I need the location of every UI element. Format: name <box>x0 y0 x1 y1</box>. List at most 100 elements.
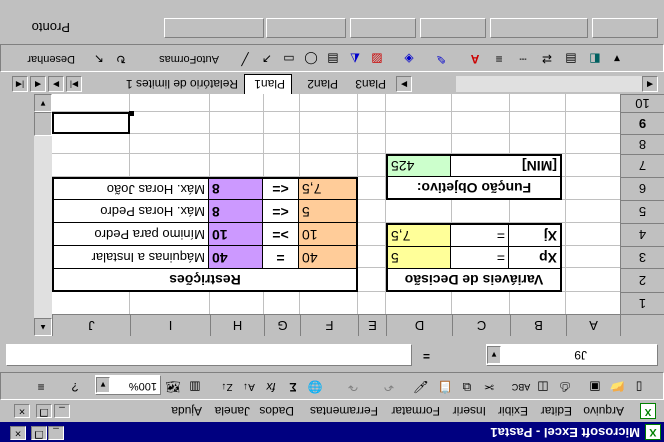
scroll-thumb[interactable] <box>34 112 52 136</box>
row-header-5[interactable]: 5 <box>620 200 664 223</box>
wordart-icon[interactable]: ◭ <box>345 48 365 68</box>
save-icon[interactable]: ▣ <box>585 376 605 396</box>
cell-g4[interactable]: >= <box>262 222 298 245</box>
row-header-7[interactable]: 7 <box>620 154 664 177</box>
menu-dados[interactable]: Dados <box>259 404 294 418</box>
3d-icon[interactable]: ◧ <box>585 48 605 68</box>
col-header-i[interactable]: I <box>130 314 210 336</box>
cell-f2[interactable]: Restrições <box>54 268 356 290</box>
col-header-g[interactable]: G <box>264 314 300 336</box>
map-icon[interactable]: 🗺 <box>163 376 183 396</box>
menu-arquivo[interactable]: Arquivo <box>583 404 624 418</box>
menu-editar[interactable]: Editar <box>541 404 572 418</box>
more-buttons-drawing-icon[interactable]: ▾ <box>607 48 627 68</box>
undo-icon[interactable]: ↶ <box>379 376 399 396</box>
dash-style-icon[interactable]: ┄ <box>513 48 533 68</box>
doc-minimize-icon[interactable]: _ <box>54 404 70 418</box>
redo-icon[interactable]: ↷ <box>343 376 363 396</box>
arrow-icon[interactable]: ↗ <box>257 48 277 68</box>
select-all-corner[interactable] <box>620 314 664 336</box>
tab-last-icon[interactable]: ▶| <box>66 76 82 92</box>
name-box[interactable]: J9 ▼ <box>486 344 658 366</box>
chart-wizard-icon[interactable]: ▥ <box>185 376 205 396</box>
cell-i6[interactable]: Máx. Horas João <box>54 179 208 199</box>
cell-h5[interactable]: 8 <box>208 199 262 222</box>
scroll-up-icon[interactable]: ▲ <box>34 318 52 336</box>
worksheet-grid[interactable]: 1 2 3 4 5 6 7 8 9 10 Variáveis de Decisã… <box>52 94 664 314</box>
sort-desc-icon[interactable]: Z↓ <box>217 376 237 396</box>
cell-b7[interactable]: [MIN] <box>450 156 560 176</box>
cell-d3[interactable]: 5 <box>388 246 450 268</box>
cell-c4[interactable]: = <box>450 225 508 246</box>
row-header-1[interactable]: 1 <box>620 292 664 314</box>
menu-ferramentas[interactable]: Ferramentas <box>310 404 378 418</box>
cell-g5[interactable]: <= <box>262 199 298 222</box>
cell-d4[interactable]: 7,5 <box>388 225 450 246</box>
help-icon[interactable]: ? <box>65 376 85 396</box>
restore-icon[interactable]: ❐ <box>31 426 47 440</box>
row-header-2[interactable]: 2 <box>620 268 664 292</box>
cell-f5[interactable]: 5 <box>298 199 356 222</box>
cell-c3[interactable]: = <box>450 246 508 268</box>
name-box-dropdown-icon[interactable]: ▼ <box>487 346 501 364</box>
paste-icon[interactable]: 📋 <box>435 376 455 396</box>
doc-close-icon[interactable]: × <box>14 404 30 418</box>
cell-b6[interactable]: Função Objetivo: <box>388 176 560 198</box>
menu-formatar[interactable]: Formatar <box>391 404 440 418</box>
rotate-icon[interactable]: ↻ <box>111 48 131 68</box>
cell-i3[interactable]: Máquinas a Instalar <box>54 245 208 268</box>
cell-f4[interactable]: 10 <box>298 222 356 245</box>
excel-doc-icon[interactable]: X <box>640 403 656 419</box>
col-header-f[interactable]: F <box>300 314 358 336</box>
cell-h4[interactable]: 10 <box>208 222 262 245</box>
formula-equals[interactable]: = <box>423 349 430 363</box>
row-header-8[interactable]: 8 <box>620 134 664 154</box>
hscroll-right-icon[interactable]: ◀ <box>642 76 658 92</box>
minimize-icon[interactable]: _ <box>48 426 64 440</box>
scroll-down-icon[interactable]: ▼ <box>34 94 52 112</box>
menu-ajuda[interactable]: Ajuda <box>171 404 202 418</box>
copy-icon[interactable]: ⧉ <box>457 376 477 396</box>
arrow-style-icon[interactable]: ⇄ <box>537 48 557 68</box>
col-header-c[interactable]: C <box>452 314 510 336</box>
tab-plan3[interactable]: Plan3 <box>355 77 386 91</box>
cut-icon[interactable]: ✂ <box>479 376 499 396</box>
autosum-icon[interactable]: Σ <box>283 376 303 396</box>
excel-icon[interactable]: X <box>645 424 661 440</box>
font-color-icon[interactable]: A <box>465 48 485 68</box>
doc-restore-icon[interactable]: ❐ <box>36 404 52 418</box>
fill-handle[interactable] <box>129 111 134 116</box>
tab-next-icon[interactable]: ▶ <box>48 76 64 92</box>
zoom-select[interactable]: 100% ▼ <box>95 375 161 395</box>
vertical-scrollbar[interactable]: ▲ ▼ <box>34 94 52 336</box>
print-icon[interactable]: ⎙ <box>555 376 575 396</box>
col-header-j[interactable]: J <box>52 314 130 336</box>
cell-i5[interactable]: Máx. Horas Pedro <box>54 199 208 222</box>
oval-icon[interactable]: ◯ <box>301 48 321 68</box>
cell-f6[interactable]: 7,5 <box>298 179 356 199</box>
cell-i4[interactable]: Mínimo para Pedro <box>54 222 208 245</box>
menu-exibir[interactable]: Exibir <box>498 404 528 418</box>
menu-janela[interactable]: Janela <box>215 404 250 418</box>
tab-plan1-active[interactable]: Plan1 <box>244 74 292 94</box>
cell-b3[interactable]: Xp <box>508 246 560 268</box>
textbox-icon[interactable]: ▤ <box>323 48 343 68</box>
chevron-down-icon[interactable]: ▼ <box>96 377 110 393</box>
col-header-h[interactable]: H <box>210 314 264 336</box>
line-color-icon[interactable]: ✎ <box>431 48 451 68</box>
autoshapes-menu[interactable]: AutoFormas <box>159 53 219 65</box>
cell-d7[interactable]: 425 <box>388 156 450 176</box>
insert-picture-icon[interactable]: ▨ <box>367 48 387 68</box>
tab-relatorio-limites[interactable]: Relatório de limites 1 <box>126 77 238 91</box>
draw-menu[interactable]: Desenhar <box>27 53 75 65</box>
menu-inserir[interactable]: Inserir <box>453 404 486 418</box>
row-header-10[interactable]: 10 <box>620 94 664 112</box>
spelling-icon[interactable]: ABC <box>511 376 531 396</box>
col-header-a[interactable]: A <box>566 314 620 336</box>
tab-first-icon[interactable]: |◀ <box>12 76 28 92</box>
cell-g6[interactable]: <= <box>262 179 298 199</box>
tab-prev-icon[interactable]: ◀ <box>30 76 46 92</box>
line-icon[interactable]: ╱ <box>235 48 255 68</box>
shadow-icon[interactable]: ▤ <box>561 48 581 68</box>
cell-h6[interactable]: 8 <box>208 179 262 199</box>
